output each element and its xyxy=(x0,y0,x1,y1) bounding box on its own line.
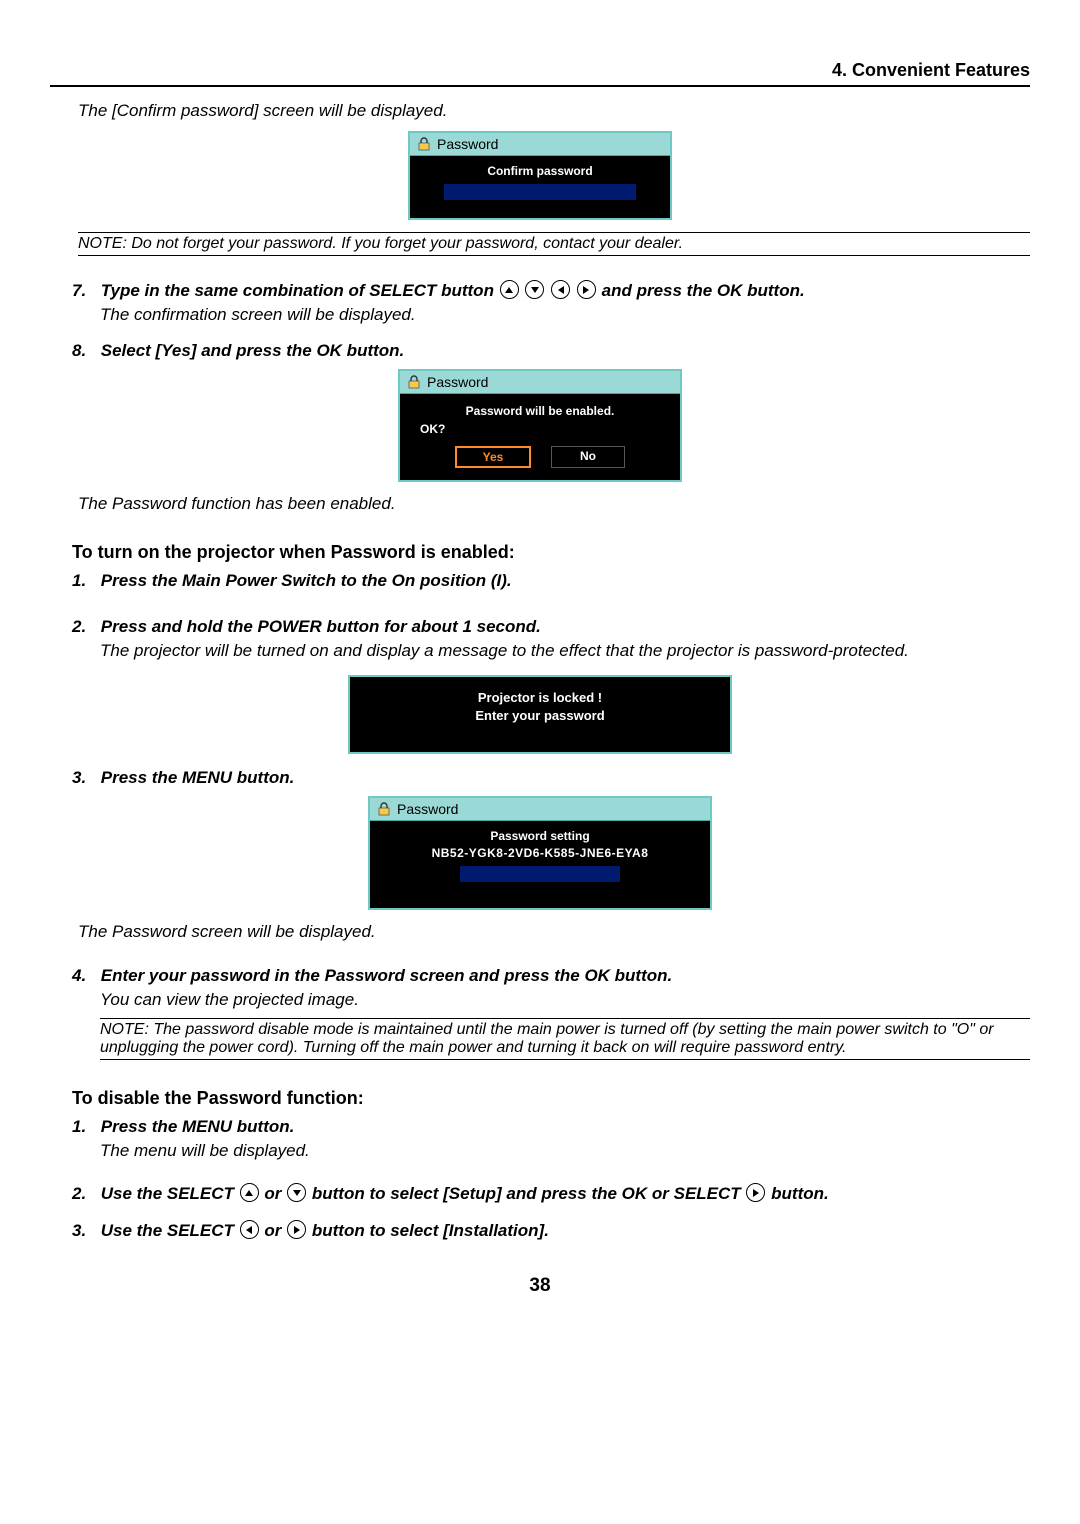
dialog-enable: Password Password will be enabled. OK? Y… xyxy=(398,369,682,482)
arrow-down-icon xyxy=(287,1183,306,1202)
step-7-tail: The confirmation screen will be displaye… xyxy=(100,305,1030,325)
step-number: 1. xyxy=(72,571,96,591)
step-7-lead-a: Type in the same combination of SELECT b… xyxy=(101,281,499,300)
dis-step-1-lead: Press the MENU button. xyxy=(101,1117,295,1136)
lock-icon xyxy=(406,375,422,389)
password-setting-field[interactable] xyxy=(460,866,620,882)
on-step-4: 4. Enter your password in the Password s… xyxy=(72,966,1030,1010)
arrow-right-icon xyxy=(746,1183,765,1202)
locked-panel: Projector is locked ! Enter your passwor… xyxy=(348,675,732,754)
dialog-enable-body: Password will be enabled. OK? Yes No xyxy=(400,394,680,480)
on-step-1-lead: Press the Main Power Switch to the On po… xyxy=(101,571,512,590)
section-header: 4. Convenient Features xyxy=(50,60,1030,85)
dis-step-2-a: Use the SELECT xyxy=(101,1184,239,1203)
arrow-up-icon xyxy=(500,280,519,299)
note-forget-password: NOTE: Do not forget your password. If yo… xyxy=(78,232,1030,256)
arrow-right-icon xyxy=(577,280,596,299)
on-step-3: 3. Press the MENU button. xyxy=(72,768,1030,788)
dialog-setting-heading: Password setting xyxy=(380,829,700,843)
arrow-up-icon xyxy=(240,1183,259,1202)
dialog-setting-title: Password xyxy=(370,798,710,821)
dialog-setting-body: Password setting NB52-YGK8-2VD6-K585-JNE… xyxy=(370,821,710,908)
dialog-enable-title: Password xyxy=(400,371,680,394)
password-enabled-text: The Password function has been enabled. xyxy=(78,494,1030,514)
page-number: 38 xyxy=(50,1275,1030,1297)
dialog-confirm-title-text: Password xyxy=(437,136,498,152)
dis-step-3-b: button to select [Installation]. xyxy=(312,1221,549,1240)
dis-step-2-mid: or xyxy=(264,1184,286,1203)
step-8-lead: Select [Yes] and press the OK button. xyxy=(101,341,405,360)
dialog-setting-code: NB52-YGK8-2VD6-K585-JNE6-EYA8 xyxy=(380,846,700,860)
lock-icon xyxy=(416,137,432,151)
on-step-2: 2. Press and hold the POWER button for a… xyxy=(72,617,1030,661)
dialog-setting-wrap: Password Password setting NB52-YGK8-2VD6… xyxy=(50,796,1030,910)
on-step-2-lead: Press and hold the POWER button for abou… xyxy=(101,617,541,636)
dis-step-3: 3. Use the SELECT or button to select [I… xyxy=(72,1220,1030,1241)
locked-line1: Projector is locked ! xyxy=(360,689,720,707)
dialog-confirm-title: Password xyxy=(410,133,670,156)
yes-button[interactable]: Yes xyxy=(455,446,531,468)
step-8: 8. Select [Yes] and press the OK button. xyxy=(72,341,1030,361)
dialog-setting: Password Password setting NB52-YGK8-2VD6… xyxy=(368,796,712,910)
heading-turn-on: To turn on the projector when Password i… xyxy=(72,542,1030,563)
dialog-enable-wrap: Password Password will be enabled. OK? Y… xyxy=(50,369,1030,482)
dialog-setting-title-text: Password xyxy=(397,801,458,817)
arrow-down-icon xyxy=(525,280,544,299)
lock-icon xyxy=(376,802,392,816)
dis-step-1-tail: The menu will be displayed. xyxy=(100,1141,1030,1161)
locked-panel-wrap: Projector is locked ! Enter your passwor… xyxy=(50,675,1030,754)
step-number: 3. xyxy=(72,768,96,788)
dis-step-2-b: button to select [Setup] and press the O… xyxy=(312,1184,746,1203)
arrow-left-icon xyxy=(240,1220,259,1239)
note-disable-mode: NOTE: The password disable mode is maint… xyxy=(100,1018,1030,1060)
on-step-1: 1. Press the Main Power Switch to the On… xyxy=(72,571,1030,591)
no-button[interactable]: No xyxy=(551,446,625,468)
on-step-4-lead: Enter your password in the Password scre… xyxy=(101,966,673,985)
dialog-confirm-label: Confirm password xyxy=(420,164,660,178)
on-step-3-lead: Press the MENU button. xyxy=(101,768,295,787)
dialog-enable-line1: Password will be enabled. xyxy=(412,404,668,418)
dialog-enable-title-text: Password xyxy=(427,374,488,390)
step-number: 4. xyxy=(72,966,96,986)
dis-step-2-c: button. xyxy=(771,1184,829,1203)
dis-step-3-mid: or xyxy=(264,1221,286,1240)
header-rule xyxy=(50,85,1030,87)
dialog-enable-line2: OK? xyxy=(412,422,668,436)
step-7-lead-b: and press the OK button. xyxy=(602,281,805,300)
dialog-confirm: Password Confirm password xyxy=(408,131,672,220)
page: 4. Convenient Features The [Confirm pass… xyxy=(0,0,1080,1337)
step-7: 7. Type in the same combination of SELEC… xyxy=(72,280,1030,325)
dialog-confirm-body: Confirm password xyxy=(410,156,670,218)
step-number: 2. xyxy=(72,1184,96,1204)
dis-step-3-a: Use the SELECT xyxy=(101,1221,239,1240)
on-step-4-tail: You can view the projected image. xyxy=(100,990,1030,1010)
heading-disable: To disable the Password function: xyxy=(72,1088,1030,1109)
locked-line2: Enter your password xyxy=(360,707,720,725)
arrow-right-icon xyxy=(287,1220,306,1239)
password-input-field[interactable] xyxy=(444,184,636,200)
after-setting-text: The Password screen will be displayed. xyxy=(78,922,1030,942)
on-step-2-tail: The projector will be turned on and disp… xyxy=(100,641,1030,661)
dialog-enable-buttons: Yes No xyxy=(412,446,668,468)
dialog-confirm-wrap: Password Confirm password xyxy=(50,131,1030,220)
step-number: 1. xyxy=(72,1117,96,1137)
step-number: 3. xyxy=(72,1221,96,1241)
arrow-left-icon xyxy=(551,280,570,299)
dis-step-2: 2. Use the SELECT or button to select [S… xyxy=(72,1183,1030,1204)
step-number: 2. xyxy=(72,617,96,637)
step-number: 8. xyxy=(72,341,96,361)
step-number: 7. xyxy=(72,281,96,301)
dis-step-1: 1. Press the MENU button. The menu will … xyxy=(72,1117,1030,1161)
intro-line: The [Confirm password] screen will be di… xyxy=(78,101,1030,121)
